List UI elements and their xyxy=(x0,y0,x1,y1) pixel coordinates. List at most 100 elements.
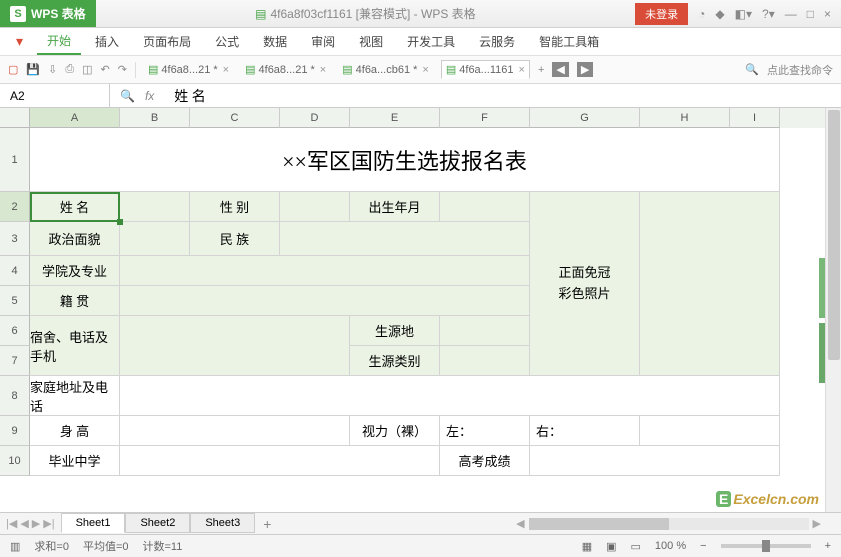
doc-tab-2[interactable]: ▤4f6a8...21 *× xyxy=(241,61,330,78)
sync-icon[interactable]: ◔ xyxy=(698,7,705,21)
undo-icon[interactable]: ↶ xyxy=(101,63,110,76)
export-icon[interactable]: ⇩ xyxy=(48,63,57,76)
close-icon[interactable]: × xyxy=(422,64,428,76)
label-vision-right[interactable]: 右： xyxy=(530,416,640,446)
label-height[interactable]: 身 高 xyxy=(30,416,120,446)
menu-smarttools[interactable]: 智能工具箱 xyxy=(529,29,609,54)
input-gaokao[interactable] xyxy=(530,446,780,476)
col-header-G[interactable]: G xyxy=(530,108,640,128)
maximize-button[interactable]: □ xyxy=(807,7,814,21)
input-college[interactable] xyxy=(120,256,530,286)
col-header-E[interactable]: E xyxy=(350,108,440,128)
preview-icon[interactable]: ◫ xyxy=(82,63,92,76)
doc-tab-4[interactable]: ▤4f6a...1161× xyxy=(441,60,530,79)
row-header-10[interactable]: 10 xyxy=(0,446,30,476)
new-icon[interactable]: ▢ xyxy=(8,63,18,76)
input-source-place[interactable] xyxy=(440,316,530,346)
scroll-thumb[interactable] xyxy=(828,110,840,360)
input-height[interactable] xyxy=(120,416,350,446)
doc-tab-1[interactable]: ▤4f6a8...21 *× xyxy=(144,61,233,78)
row-header-4[interactable]: 4 xyxy=(0,256,30,286)
zoom-value[interactable]: 100 % xyxy=(655,540,686,552)
row-header-1[interactable]: 1 xyxy=(0,128,30,192)
minimize-button[interactable]: — xyxy=(785,7,797,21)
menu-view[interactable]: 视图 xyxy=(349,29,393,54)
login-button[interactable]: 未登录 xyxy=(635,3,688,25)
label-source-place[interactable]: 生源地 xyxy=(350,316,440,346)
scroll-thumb[interactable] xyxy=(529,518,669,530)
side-panel-handle[interactable] xyxy=(819,258,825,318)
nav-prev-icon[interactable]: ◀ xyxy=(552,62,568,77)
input-birth[interactable] xyxy=(440,192,530,222)
input-highschool[interactable] xyxy=(120,446,440,476)
view-normal-icon[interactable]: ▦ xyxy=(582,540,592,553)
menu-layout[interactable]: 页面布局 xyxy=(133,29,201,54)
label-source-type[interactable]: 生源类别 xyxy=(350,346,440,376)
row-header-8[interactable]: 8 xyxy=(0,376,30,416)
save-icon[interactable]: 💾 xyxy=(26,63,40,76)
search-input[interactable]: 点此查找命令 xyxy=(767,62,833,78)
menu-insert[interactable]: 插入 xyxy=(85,29,129,54)
zoom-slider[interactable] xyxy=(721,544,811,548)
sheet-tab-1[interactable]: Sheet1 xyxy=(61,513,126,533)
label-birth[interactable]: 出生年月 xyxy=(350,192,440,222)
help-icon[interactable]: ?▾ xyxy=(762,7,775,21)
input-politics[interactable] xyxy=(120,222,190,256)
menu-formula[interactable]: 公式 xyxy=(205,29,249,54)
print-icon[interactable]: ⎙ xyxy=(65,63,74,76)
cell[interactable] xyxy=(640,416,780,446)
close-icon[interactable]: × xyxy=(519,64,525,76)
col-header-H[interactable]: H xyxy=(640,108,730,128)
input-name[interactable] xyxy=(120,192,190,222)
col-header-C[interactable]: C xyxy=(190,108,280,128)
label-dorm-phone[interactable]: 宿舍、电话及手机 xyxy=(30,316,120,376)
col-header-D[interactable]: D xyxy=(280,108,350,128)
input-dorm-phone[interactable] xyxy=(120,316,350,376)
label-home-addr[interactable]: 家庭地址及电话 xyxy=(30,376,120,416)
nav-next-icon[interactable]: ▶ xyxy=(577,62,593,77)
col-header-I[interactable]: I xyxy=(730,108,780,128)
label-highschool[interactable]: 毕业中学 xyxy=(30,446,120,476)
col-header-F[interactable]: F xyxy=(440,108,530,128)
input-gender[interactable] xyxy=(280,192,350,222)
prev-sheet-icon[interactable]: ◀ xyxy=(20,517,28,530)
close-icon[interactable]: × xyxy=(223,64,229,76)
col-header-B[interactable]: B xyxy=(120,108,190,128)
label-politics[interactable]: 政治面貌 xyxy=(30,222,120,256)
cell-reference[interactable]: A2 xyxy=(0,84,110,107)
input-source-type[interactable] xyxy=(440,346,530,376)
row-header-5[interactable]: 5 xyxy=(0,286,30,316)
redo-icon[interactable]: ↷ xyxy=(118,63,127,76)
view-reading-icon[interactable]: ▭ xyxy=(631,540,641,553)
doc-tab-3[interactable]: ▤4f6a...cb61 *× xyxy=(338,61,433,78)
menu-cloud[interactable]: 云服务 xyxy=(469,29,525,54)
skin-icon[interactable]: ◧▾ xyxy=(735,7,752,21)
formula-content[interactable]: 姓 名 xyxy=(164,86,216,106)
search-icon[interactable]: 🔍 xyxy=(745,63,759,76)
sheet-tab-3[interactable]: Sheet3 xyxy=(190,513,255,533)
label-vision[interactable]: 视力（裸） xyxy=(350,416,440,446)
fx-icon[interactable]: fx xyxy=(145,89,154,103)
menu-devtools[interactable]: 开发工具 xyxy=(397,29,465,54)
menu-review[interactable]: 审阅 xyxy=(301,29,345,54)
label-name[interactable]: 姓 名 xyxy=(30,192,120,222)
view-pagebreak-icon[interactable]: ▣ xyxy=(606,540,616,553)
close-icon[interactable]: × xyxy=(320,64,326,76)
input-origin[interactable] xyxy=(120,286,530,316)
row-header-6[interactable]: 6 xyxy=(0,316,30,346)
row-header-7[interactable]: 7 xyxy=(0,346,30,376)
col-header-A[interactable]: A xyxy=(30,108,120,128)
label-vision-left[interactable]: 左： xyxy=(440,416,530,446)
menu-start[interactable]: 开始 xyxy=(37,28,81,55)
first-sheet-icon[interactable]: |◀ xyxy=(6,517,17,530)
label-gaokao[interactable]: 高考成绩 xyxy=(440,446,530,476)
zoom-out-icon[interactable]: − xyxy=(700,540,706,552)
label-origin[interactable]: 籍 贯 xyxy=(30,286,120,316)
vertical-scrollbar[interactable] xyxy=(825,108,841,512)
add-tab-icon[interactable]: + xyxy=(538,64,544,76)
close-button[interactable]: × xyxy=(824,7,831,21)
side-panel-handle[interactable] xyxy=(819,323,825,383)
label-college[interactable]: 学院及专业 xyxy=(30,256,120,286)
photo-area[interactable]: 正面免冠彩色照片 xyxy=(530,192,640,376)
row-header-3[interactable]: 3 xyxy=(0,222,30,256)
